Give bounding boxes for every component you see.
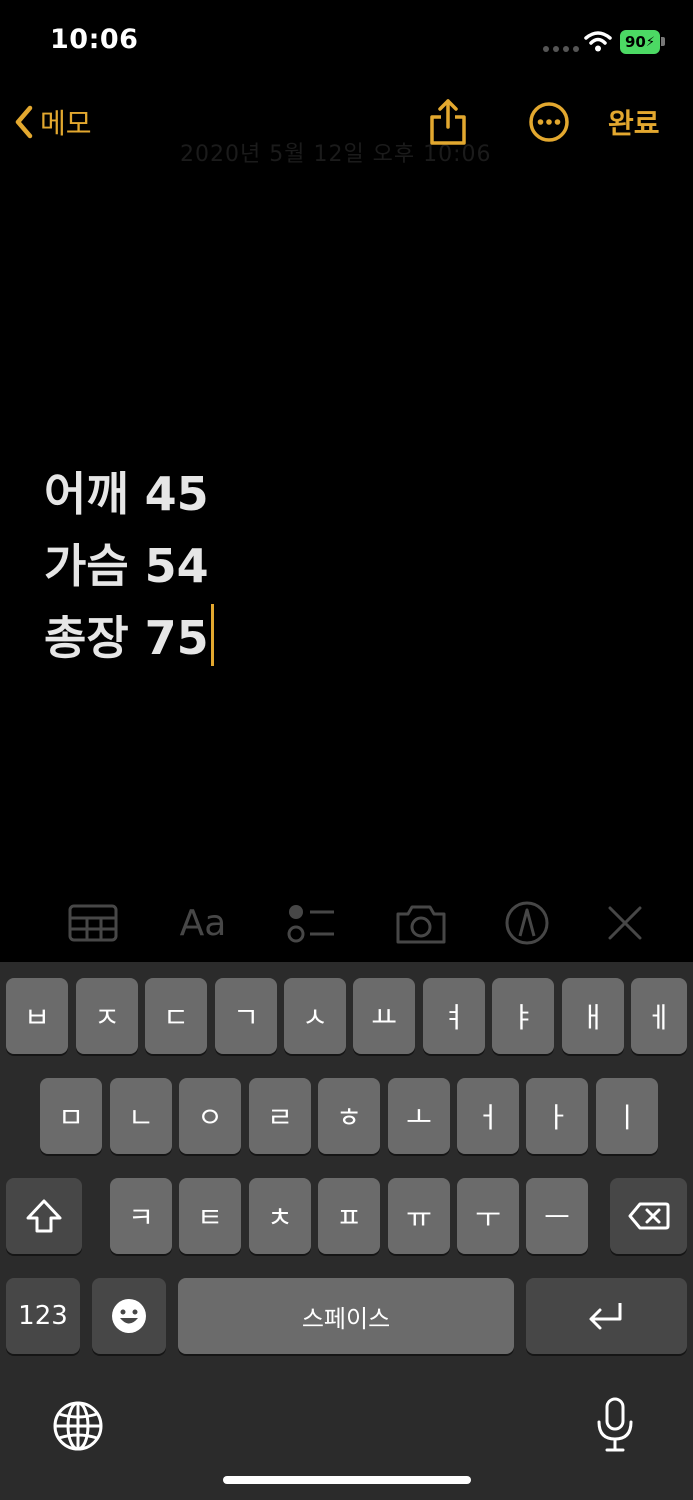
key-ㄴ[interactable]: ㄴ: [110, 1078, 172, 1154]
space-key[interactable]: 스페이스: [178, 1278, 514, 1354]
note-line: 가슴 54: [44, 539, 209, 593]
key-ㅎ[interactable]: ㅎ: [318, 1078, 380, 1154]
microphone-icon[interactable]: [594, 1396, 636, 1454]
battery-icon: 90 ⚡: [620, 30, 660, 54]
markup-icon[interactable]: [500, 898, 554, 948]
back-button[interactable]: 메모: [14, 100, 92, 144]
key-ㅓ[interactable]: ㅓ: [457, 1078, 519, 1154]
key-ㅁ[interactable]: ㅁ: [40, 1078, 102, 1154]
text-cursor: [210, 604, 214, 666]
shift-icon: [26, 1199, 62, 1233]
format-text-button[interactable]: Aa: [176, 898, 230, 948]
note-line-text: 총장 75: [44, 611, 209, 665]
key-ㅋ[interactable]: ㅋ: [110, 1178, 172, 1254]
key-ㄹ[interactable]: ㄹ: [249, 1078, 311, 1154]
key-ㅜ[interactable]: ㅜ: [457, 1178, 519, 1254]
key-ㅣ[interactable]: ㅣ: [596, 1078, 658, 1154]
home-indicator[interactable]: [223, 1476, 471, 1484]
key-ㅅ[interactable]: ㅅ: [284, 978, 346, 1054]
share-icon[interactable]: [428, 97, 468, 147]
keyboard: ㅂ ㅈ ㄷ ㄱ ㅅ ㅛ ㅕ ㅑ ㅐ ㅔ ㅁ ㄴ ㅇ ㄹ ㅎ ㅗ ㅓ ㅏ ㅣ ㅋ …: [0, 962, 693, 1500]
key-ㅕ[interactable]: ㅕ: [423, 978, 485, 1054]
key-ㅂ[interactable]: ㅂ: [6, 978, 68, 1054]
return-icon: [589, 1303, 621, 1330]
note-line-last: 총장 75: [44, 602, 214, 674]
status-time: 10:06: [50, 24, 139, 55]
emoji-key[interactable]: [92, 1278, 166, 1354]
note-line: 어깨 45: [44, 467, 209, 521]
key-ㅛ[interactable]: ㅛ: [353, 978, 415, 1054]
battery-cap: [661, 37, 665, 46]
key-ㅊ[interactable]: ㅊ: [249, 1178, 311, 1254]
key-ㅏ[interactable]: ㅏ: [526, 1078, 588, 1154]
battery-level: 90: [624, 33, 646, 51]
close-icon[interactable]: [598, 898, 652, 948]
back-label: 메모: [40, 107, 92, 140]
done-button[interactable]: 완료: [608, 102, 660, 142]
wifi-icon: [584, 31, 612, 52]
checklist-icon[interactable]: [284, 898, 338, 948]
key-ㅑ[interactable]: ㅑ: [492, 978, 554, 1054]
note-editor[interactable]: 어깨 45 가슴 54 총장 75: [44, 458, 214, 674]
key-ㄷ[interactable]: ㄷ: [145, 978, 207, 1054]
key-ㅍ[interactable]: ㅍ: [318, 1178, 380, 1254]
key-ㅗ[interactable]: ㅗ: [388, 1078, 450, 1154]
key-ㅡ[interactable]: ㅡ: [526, 1178, 588, 1254]
shift-key[interactable]: [6, 1178, 82, 1254]
key-ㅌ[interactable]: ㅌ: [179, 1178, 241, 1254]
globe-icon[interactable]: [52, 1400, 104, 1452]
emoji-icon: [112, 1299, 146, 1333]
chevron-left-icon: [15, 105, 33, 139]
return-key[interactable]: [526, 1278, 687, 1354]
numbers-key[interactable]: 123: [6, 1278, 80, 1354]
key-ㄱ[interactable]: ㄱ: [215, 978, 277, 1054]
table-icon[interactable]: [66, 898, 120, 948]
delete-icon: [628, 1202, 669, 1230]
key-ㅔ[interactable]: ㅔ: [631, 978, 687, 1054]
more-icon[interactable]: [528, 101, 570, 143]
camera-icon[interactable]: [394, 898, 448, 948]
delete-key[interactable]: [610, 1178, 687, 1254]
key-ㅐ[interactable]: ㅐ: [562, 978, 624, 1054]
key-ㅠ[interactable]: ㅠ: [388, 1178, 450, 1254]
key-ㅈ[interactable]: ㅈ: [76, 978, 138, 1054]
key-ㅇ[interactable]: ㅇ: [179, 1078, 241, 1154]
